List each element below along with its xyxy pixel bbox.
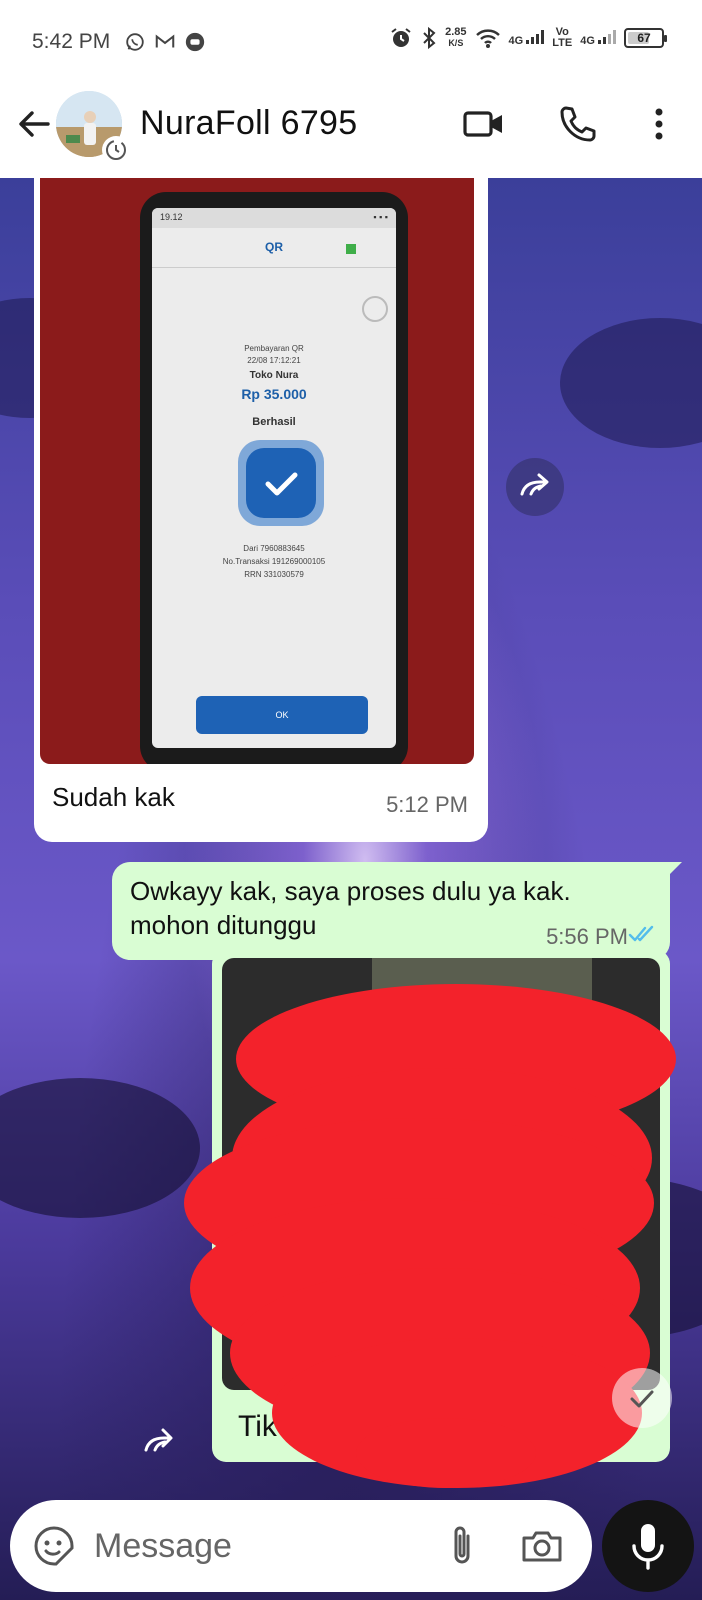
signal-2: 4G	[580, 29, 616, 47]
network-speed: 2.85 K/S	[445, 26, 467, 49]
check-icon	[630, 1390, 654, 1408]
paperclip-icon[interactable]	[442, 1522, 482, 1570]
video-call-icon[interactable]	[462, 102, 506, 146]
success-check-icon	[238, 440, 324, 526]
phone-icon[interactable]	[556, 102, 600, 146]
microphone-icon	[632, 1524, 664, 1570]
message-time: 5:12 PM	[386, 792, 468, 817]
forward-button[interactable]	[506, 458, 564, 516]
gmail-icon	[155, 34, 175, 48]
microphone-button[interactable]	[602, 1500, 694, 1592]
sticker-icon[interactable]	[32, 1524, 76, 1568]
message-caption: Tik	[238, 1410, 277, 1443]
double-check-read-icon	[628, 925, 654, 942]
chat-area[interactable]: 19.12 ▪ ▪ ▪ QR Pembayaran QR 22/08 17:12…	[0, 178, 702, 1600]
message-composer	[10, 1500, 592, 1592]
arrow-left-icon[interactable]	[14, 104, 54, 144]
status-time: 5:42 PM	[32, 30, 111, 53]
payment-receipt-photo[interactable]: 19.12 ▪ ▪ ▪ QR Pembayaran QR 22/08 17:12…	[40, 178, 474, 764]
incoming-image-message[interactable]: 19.12 ▪ ▪ ▪ QR Pembayaran QR 22/08 17:12…	[34, 178, 488, 842]
wifi-icon	[475, 29, 500, 48]
wallpaper-shape	[560, 318, 702, 448]
signal-bars-icon	[598, 29, 616, 44]
notification-icons	[124, 31, 206, 53]
system-icons: 2.85 K/S 4G Vo LTE 4G 67	[389, 26, 667, 50]
camera-icon[interactable]	[520, 1524, 564, 1568]
signal-bars-icon	[526, 29, 545, 44]
wallpaper-shape	[0, 1078, 200, 1218]
status-bar: 5:42 PM 2.85 K/S 4G Vo LTE 4G 67	[0, 0, 702, 86]
download-button[interactable]	[612, 1368, 672, 1428]
whatsapp-icon	[126, 33, 144, 51]
message-caption: Sudah kak	[52, 782, 175, 812]
message-time: 5:56 PM	[546, 924, 628, 949]
battery-indicator: 67	[624, 28, 667, 48]
bluetooth-icon	[423, 26, 436, 50]
signal-1: 4G	[509, 29, 545, 47]
chat-header: NuraFoll 6795	[0, 86, 702, 178]
alarm-icon	[391, 28, 411, 47]
photo-phone-screen: 19.12 ▪ ▪ ▪ QR Pembayaran QR 22/08 17:12…	[152, 208, 396, 748]
contact-name[interactable]: NuraFoll 6795	[140, 104, 357, 143]
more-vertical-icon[interactable]	[644, 102, 674, 146]
disappearing-timer-icon	[102, 136, 130, 164]
forward-icon[interactable]	[136, 1418, 186, 1458]
volte-indicator: Vo LTE	[552, 26, 573, 49]
forward-icon	[520, 473, 549, 496]
message-input[interactable]	[94, 1522, 424, 1570]
outgoing-text-message[interactable]: Owkayy kak, saya proses dulu ya kak. moh…	[112, 862, 682, 960]
chat-app-icon	[185, 32, 205, 52]
